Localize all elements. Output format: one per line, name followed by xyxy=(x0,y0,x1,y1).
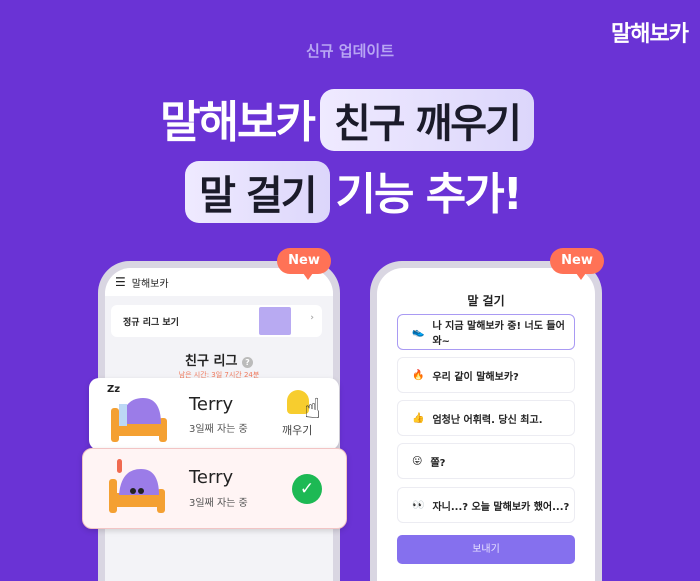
bed-icon xyxy=(111,398,167,442)
message-option[interactable]: 👍 엄청난 어휘력. 당신 최고. xyxy=(397,400,575,436)
subtitle: 신규 업데이트 xyxy=(305,42,395,60)
option-text: 쫄? xyxy=(430,457,446,469)
option-text: 우리 같이 말해보카? xyxy=(432,371,519,383)
eyes-icon: 👀 xyxy=(412,499,425,511)
league-link[interactable]: 정규 리그 보기 › xyxy=(111,305,322,337)
friend-status: 3일째 자는 중 xyxy=(189,424,248,435)
message-option[interactable]: 👀 자니...? 오늘 말해보카 했어...? xyxy=(397,487,575,523)
friend-status: 3일째 자는 중 xyxy=(189,498,248,509)
headline-line-2: 말 걸기 기능 추가! xyxy=(0,158,700,223)
friend-name: Terry xyxy=(189,394,234,415)
right-phone: 말 걸기 👟 나 지금 말해보카 중! 너도 들어와~ 🔥 우리 같이 말해보카? … xyxy=(370,261,602,581)
dialog-title: 말 걸기 xyxy=(467,294,505,308)
castle-icon xyxy=(259,307,291,335)
headline-pill: 말 걸기 xyxy=(185,161,330,223)
option-text: 나 지금 말해보카 중! 너도 들어와~ xyxy=(432,321,565,347)
thumbs-up-icon: 👍 xyxy=(412,412,425,424)
send-button[interactable]: 보내기 xyxy=(397,535,575,564)
fire-icon: 🔥 xyxy=(412,369,425,381)
headline-text: 말해보카 xyxy=(160,97,316,148)
tongue-face-icon: 😛 xyxy=(412,455,423,467)
option-text: 엄청난 어휘력. 당신 최고. xyxy=(432,414,543,426)
sneaker-icon: 👟 xyxy=(412,326,425,338)
bed-icon xyxy=(109,469,165,513)
section-title: 친구 리그 ? xyxy=(105,350,333,369)
friend-name: Terry xyxy=(189,467,234,488)
menu-icon[interactable]: ☰ xyxy=(115,275,126,289)
pointer-hand-icon: ☝ xyxy=(304,392,322,425)
chevron-right-icon: › xyxy=(310,313,314,323)
headline-line-1: 말해보카 친구 깨우기 xyxy=(0,86,700,151)
headline-pill: 친구 깨우기 xyxy=(319,89,534,151)
option-text: 자니...? 오늘 말해보카 했어...? xyxy=(432,501,570,513)
headline-text: 기능 추가! xyxy=(335,169,523,220)
friend-card-sleeping: Zz Terry 3일째 자는 중 깨우기 ☝ xyxy=(89,378,339,450)
check-icon: ✓ xyxy=(292,474,322,504)
help-icon[interactable]: ? xyxy=(241,357,253,368)
new-badge: New xyxy=(277,248,331,280)
message-option[interactable]: 🔥 우리 같이 말해보카? xyxy=(397,357,575,393)
message-option[interactable]: 👟 나 지금 말해보카 중! 너도 들어와~ xyxy=(397,314,575,350)
friend-card-woken: Terry 3일째 자는 중 ✓ xyxy=(82,448,347,529)
new-badge: New xyxy=(550,248,604,280)
league-link-label: 정규 리그 보기 xyxy=(123,317,179,328)
app-title: 말해보카 xyxy=(131,278,169,290)
message-option[interactable]: 😛 쫄? xyxy=(397,443,575,479)
